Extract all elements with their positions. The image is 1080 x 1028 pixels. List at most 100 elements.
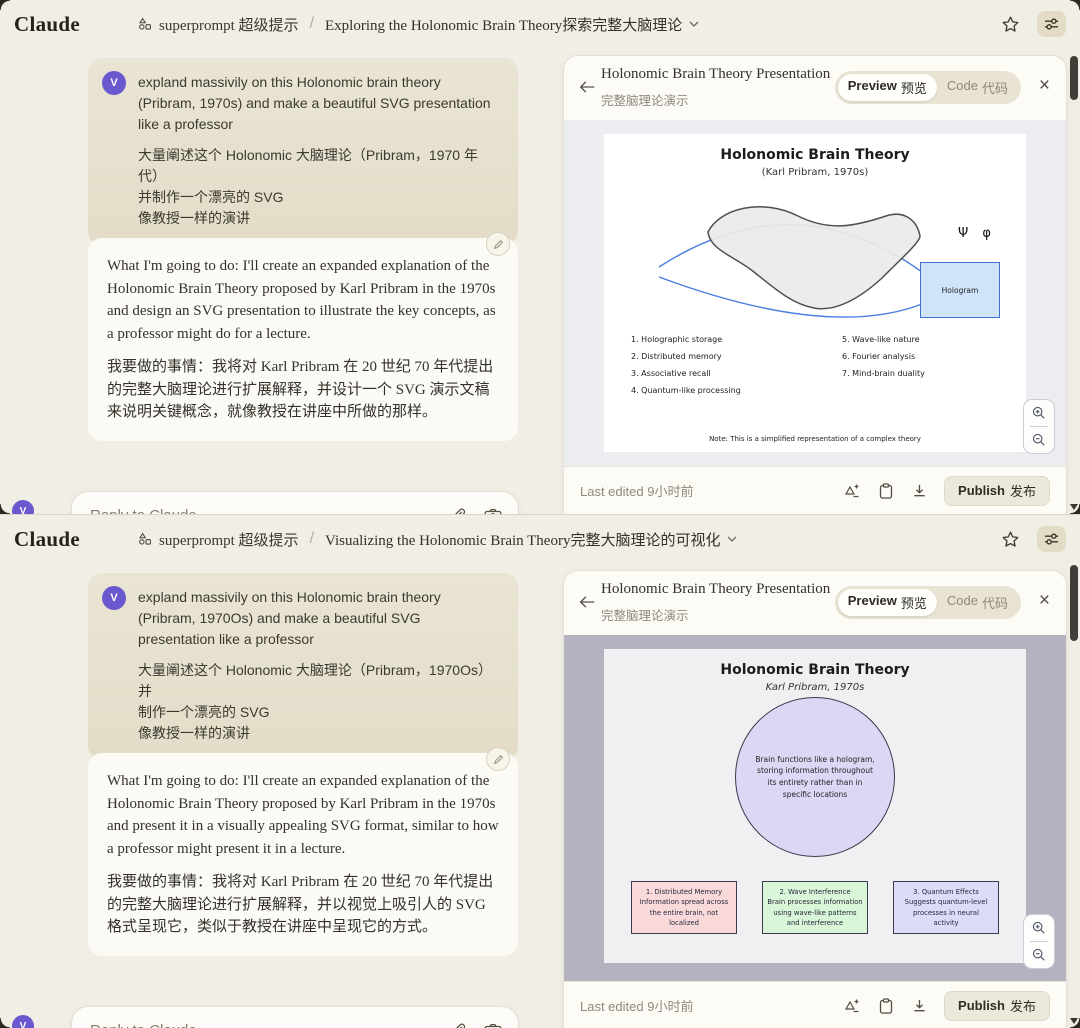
last-edited-status: Last edited 9小时前	[580, 484, 694, 499]
pencil-icon	[493, 239, 503, 249]
paperclip-icon	[455, 508, 466, 514]
project-breadcrumb[interactable]: superprompt 超级提示	[138, 14, 299, 35]
project-name[interactable]: superprompt 超级提示	[159, 14, 299, 35]
compare-versions-button[interactable]	[844, 998, 860, 1014]
zoom-out-button[interactable]	[1024, 942, 1054, 968]
artifact-panel: Holonomic Brain Theory Presentation 完整脑理…	[564, 571, 1066, 1028]
edit-message-button[interactable]	[486, 232, 510, 256]
reply-composer[interactable]: Reply to Claude... Claude 3.5 Sonnet 3.5…	[72, 1007, 518, 1028]
reply-composer[interactable]: Reply to Claude... Claude 3.5 Sonnet 3.5…	[72, 492, 518, 514]
download-icon	[914, 484, 925, 497]
slide-title: Holonomic Brain Theory	[720, 662, 910, 678]
slide-title: Holonomic Brain Theory	[720, 147, 910, 163]
project-breadcrumb[interactable]: superprompt 超级提示	[138, 529, 299, 550]
list-item: 4. Quantum-like processing	[631, 386, 741, 395]
footer-actions	[844, 482, 927, 499]
scrollbar-thumb[interactable]	[1070, 565, 1078, 641]
project-name[interactable]: superprompt 超级提示	[159, 529, 299, 550]
assistant-message-text-en: What I'm going to do: I'll create an exp…	[107, 258, 496, 342]
tab-preview[interactable]: Preview 预览	[837, 589, 937, 616]
scroll-down-arrow[interactable]	[1070, 504, 1078, 510]
user-avatar: V	[102, 586, 126, 610]
copy-button[interactable]	[879, 482, 893, 499]
tab-preview[interactable]: Preview 预览	[837, 74, 937, 101]
concept-list-right: 5. Wave-like nature 6. Fourier analysis …	[842, 335, 925, 378]
artifact-canvas: Holonomic Brain Theory Karl Pribram, 197…	[564, 635, 1066, 981]
chat-title: Visualizing the Holonomic Brain Theory完整…	[325, 532, 721, 549]
settings-sliders-button[interactable]	[1037, 11, 1066, 37]
slide-subtitle: (Karl Pribram, 1970s)	[761, 167, 869, 178]
topbar-actions	[1001, 526, 1066, 552]
scroll-down-arrow[interactable]	[1070, 1018, 1078, 1024]
account-avatar[interactable]: V	[12, 1015, 34, 1028]
list-item: 5. Wave-like nature	[842, 335, 920, 344]
zoom-in-icon	[1032, 406, 1045, 419]
claude-logo[interactable]: Claude	[14, 12, 80, 37]
artifact-title: Holonomic Brain Theory Presentation	[601, 66, 831, 82]
list-item: 6. Fourier analysis	[842, 352, 916, 361]
tab-preview-label-zh: 预览	[900, 596, 927, 611]
list-item: 2. Distributed memory	[631, 352, 722, 361]
star-button[interactable]	[1001, 530, 1020, 549]
settings-sliders-button[interactable]	[1037, 526, 1066, 552]
breadcrumb-separator: /	[309, 530, 315, 547]
compare-versions-button[interactable]	[844, 483, 860, 499]
close-button[interactable]: ×	[1039, 76, 1050, 95]
attach-button[interactable]	[451, 1022, 468, 1028]
edit-message-button[interactable]	[486, 747, 510, 771]
star-button[interactable]	[1001, 15, 1020, 34]
chevron-down-icon	[689, 21, 699, 27]
chevron-down-icon	[727, 536, 737, 542]
concept-box-distributed-memory: 1. Distributed Memory Information spread…	[631, 881, 737, 934]
zoom-out-icon	[1032, 433, 1045, 446]
camera-icon	[484, 508, 502, 514]
box-heading: 2. Wave Interference	[779, 888, 851, 897]
chat-title-dropdown[interactable]: Exploring the Holonomic Brain Theory探索完整…	[325, 14, 699, 35]
concept-box-quantum-effects: 3. Quantum Effects Suggests quantum-leve…	[893, 881, 999, 934]
assistant-message-text-zh: 我要做的事情：我将对 Karl Pribram 在 20 世纪 70 年代提出的…	[107, 874, 494, 935]
zoom-in-button[interactable]	[1024, 400, 1054, 426]
back-button[interactable]	[579, 80, 596, 94]
footer-actions	[844, 997, 927, 1014]
screenshot-button[interactable]	[484, 1023, 502, 1028]
screenshot-panel-1: Claude superprompt 超级提示 / Exploring the …	[0, 0, 1080, 514]
publish-button[interactable]: Publish 发布	[944, 475, 1050, 506]
psi-phi-symbols: Ψ φ	[958, 226, 996, 241]
artifact-footer: Last edited 9小时前 Publish 发布	[564, 981, 1066, 1028]
sliders-icon	[1044, 533, 1059, 545]
download-icon	[914, 999, 925, 1012]
project-icon	[138, 17, 152, 31]
list-item: 7. Mind-brain duality	[842, 369, 925, 378]
reply-input[interactable]: Reply to Claude...	[90, 507, 435, 514]
tab-code[interactable]: Code 代码	[937, 589, 1018, 616]
account-avatar[interactable]: V	[12, 500, 34, 514]
clipboard-icon	[879, 997, 893, 1014]
close-button[interactable]: ×	[1039, 591, 1050, 610]
artifact-header: Holonomic Brain Theory Presentation 完整脑理…	[564, 571, 1066, 635]
tab-code-label: Code	[946, 78, 978, 93]
publish-label: Publish	[958, 483, 1005, 498]
reply-input[interactable]: Reply to Claude...	[90, 1022, 435, 1028]
back-button[interactable]	[579, 595, 596, 609]
tab-code-label-zh: 代码	[981, 81, 1008, 96]
claude-logo[interactable]: Claude	[14, 527, 80, 552]
download-button[interactable]	[912, 483, 927, 498]
artifact-subtitle: 完整脑理论演示	[601, 94, 689, 108]
concept-list-left: 1. Holographic storage 2. Distributed me…	[631, 335, 741, 395]
star-icon	[1002, 16, 1019, 32]
delta-plus-icon	[844, 999, 859, 1012]
zoom-controls	[1023, 914, 1055, 969]
publish-button[interactable]: Publish 发布	[944, 990, 1050, 1021]
download-button[interactable]	[912, 998, 927, 1013]
tab-code[interactable]: Code 代码	[937, 74, 1018, 101]
artifact-subtitle: 完整脑理论演示	[601, 609, 689, 623]
copy-button[interactable]	[879, 997, 893, 1014]
chat-title-dropdown[interactable]: Visualizing the Holonomic Brain Theory完整…	[325, 529, 737, 550]
assistant-message: What I'm going to do: I'll create an exp…	[88, 238, 518, 441]
delta-plus-icon	[844, 484, 859, 497]
zoom-out-button[interactable]	[1024, 427, 1054, 453]
screenshot-button[interactable]	[484, 508, 502, 514]
zoom-in-button[interactable]	[1024, 915, 1054, 941]
attach-button[interactable]	[451, 507, 468, 514]
scrollbar-thumb[interactable]	[1070, 56, 1078, 100]
